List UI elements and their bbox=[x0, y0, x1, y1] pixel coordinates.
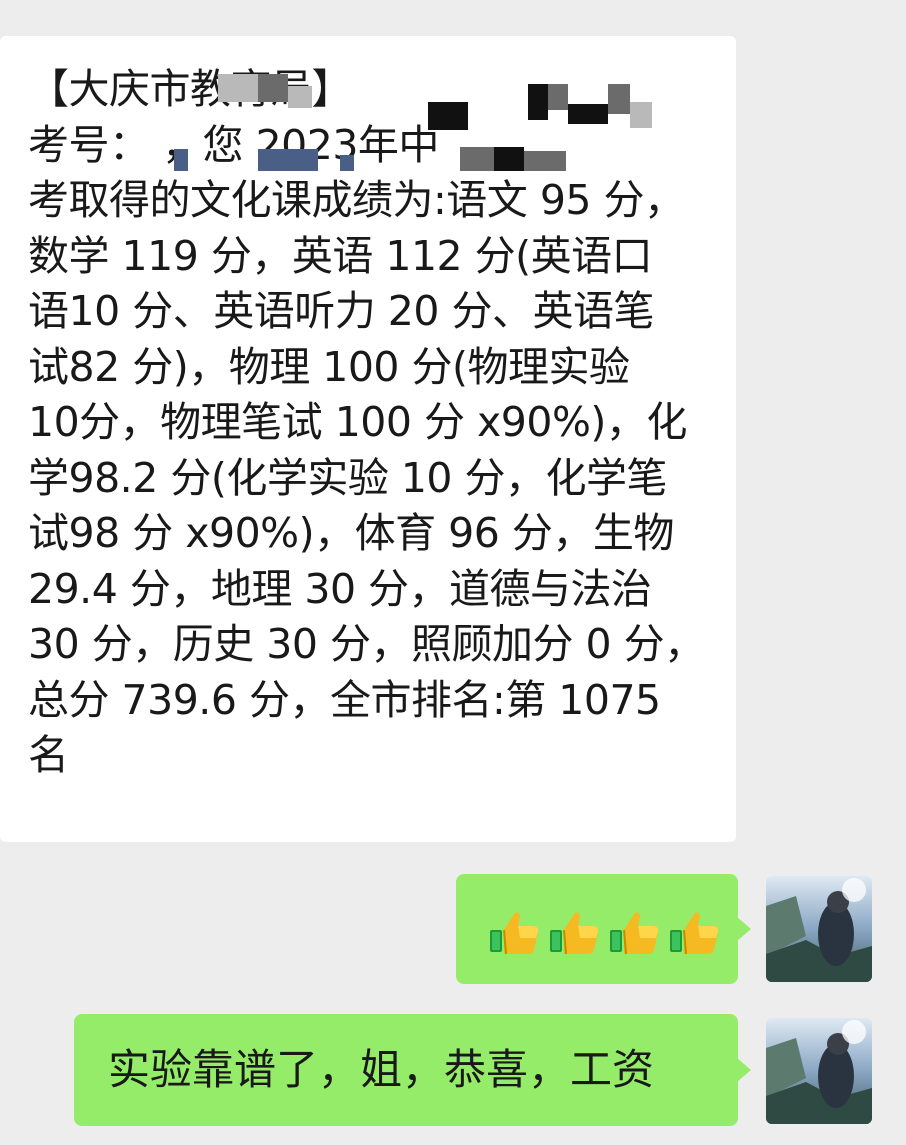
message-line: 名 bbox=[28, 731, 69, 779]
message-line: 语10 分、英语听力 20 分、英语笔 bbox=[28, 287, 654, 335]
avatar[interactable] bbox=[766, 876, 872, 982]
outgoing-emoji-bubble[interactable] bbox=[456, 874, 751, 984]
message-line: 数学 119 分，英语 112 分(英语口 bbox=[28, 231, 653, 280]
message-line: 试82 分)，物理 100 分(物理实验 bbox=[28, 342, 630, 391]
incoming-message-bubble[interactable]: 【大庆市教育局】 考号： ，您 2023年中 考取得的文化课成绩为:语文 95 … bbox=[0, 36, 736, 842]
message-line: 10分，物理笔试 100 分 x90%)，化 bbox=[28, 398, 687, 446]
message-line: 学98.2 分(化学实验 10 分，化学笔 bbox=[28, 453, 668, 502]
message-line: 试98 分 x90%)，体育 96 分，生物 bbox=[28, 509, 674, 557]
message-line: 30 分，历史 30 分，照顾加分 0 分， bbox=[28, 620, 705, 668]
message-text: 实验靠谱了，姐，恭喜，工资 bbox=[108, 1045, 655, 1094]
thumbs-up-icon bbox=[488, 908, 540, 956]
avatar[interactable] bbox=[766, 1018, 872, 1124]
outgoing-text-bubble[interactable]: 实验靠谱了，姐，恭喜，工资 bbox=[74, 1014, 751, 1126]
thumbs-up-icon bbox=[608, 908, 660, 956]
thumbs-up-icon bbox=[548, 908, 600, 956]
thumbs-up-icon bbox=[668, 908, 720, 956]
message-line: 总分 739.6 分，全市排名:第 1075 bbox=[28, 675, 661, 724]
message-line: 29.4 分，地理 30 分，道德与法治 bbox=[28, 564, 652, 613]
redaction-mosaic bbox=[160, 131, 680, 191]
thumbs-up-emoji-group bbox=[488, 908, 720, 956]
